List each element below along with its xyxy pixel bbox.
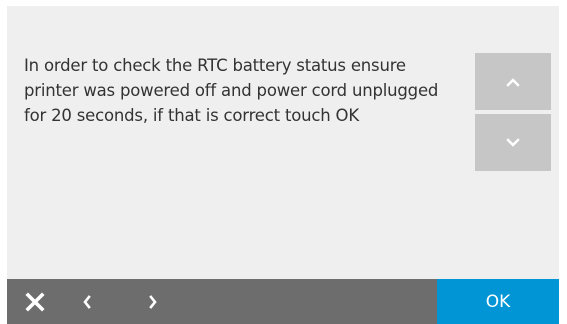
chevron-right-icon — [148, 294, 158, 309]
scroll-down-button[interactable] — [475, 114, 551, 171]
close-button[interactable] — [17, 279, 53, 324]
ok-button-label: OK — [485, 291, 511, 312]
dialog-screen: In order to check the RTC battery status… — [7, 6, 559, 324]
dialog-message: In order to check the RTC battery status… — [24, 56, 439, 125]
forward-button[interactable] — [137, 279, 169, 324]
close-icon — [25, 291, 45, 312]
ok-button[interactable]: OK — [437, 279, 559, 324]
chevron-up-icon — [506, 77, 520, 87]
scroll-up-button[interactable] — [475, 53, 551, 110]
chevron-left-icon — [82, 294, 92, 309]
chevron-down-icon — [506, 137, 520, 148]
bottom-bar: OK — [7, 279, 559, 324]
back-button[interactable] — [71, 279, 103, 324]
